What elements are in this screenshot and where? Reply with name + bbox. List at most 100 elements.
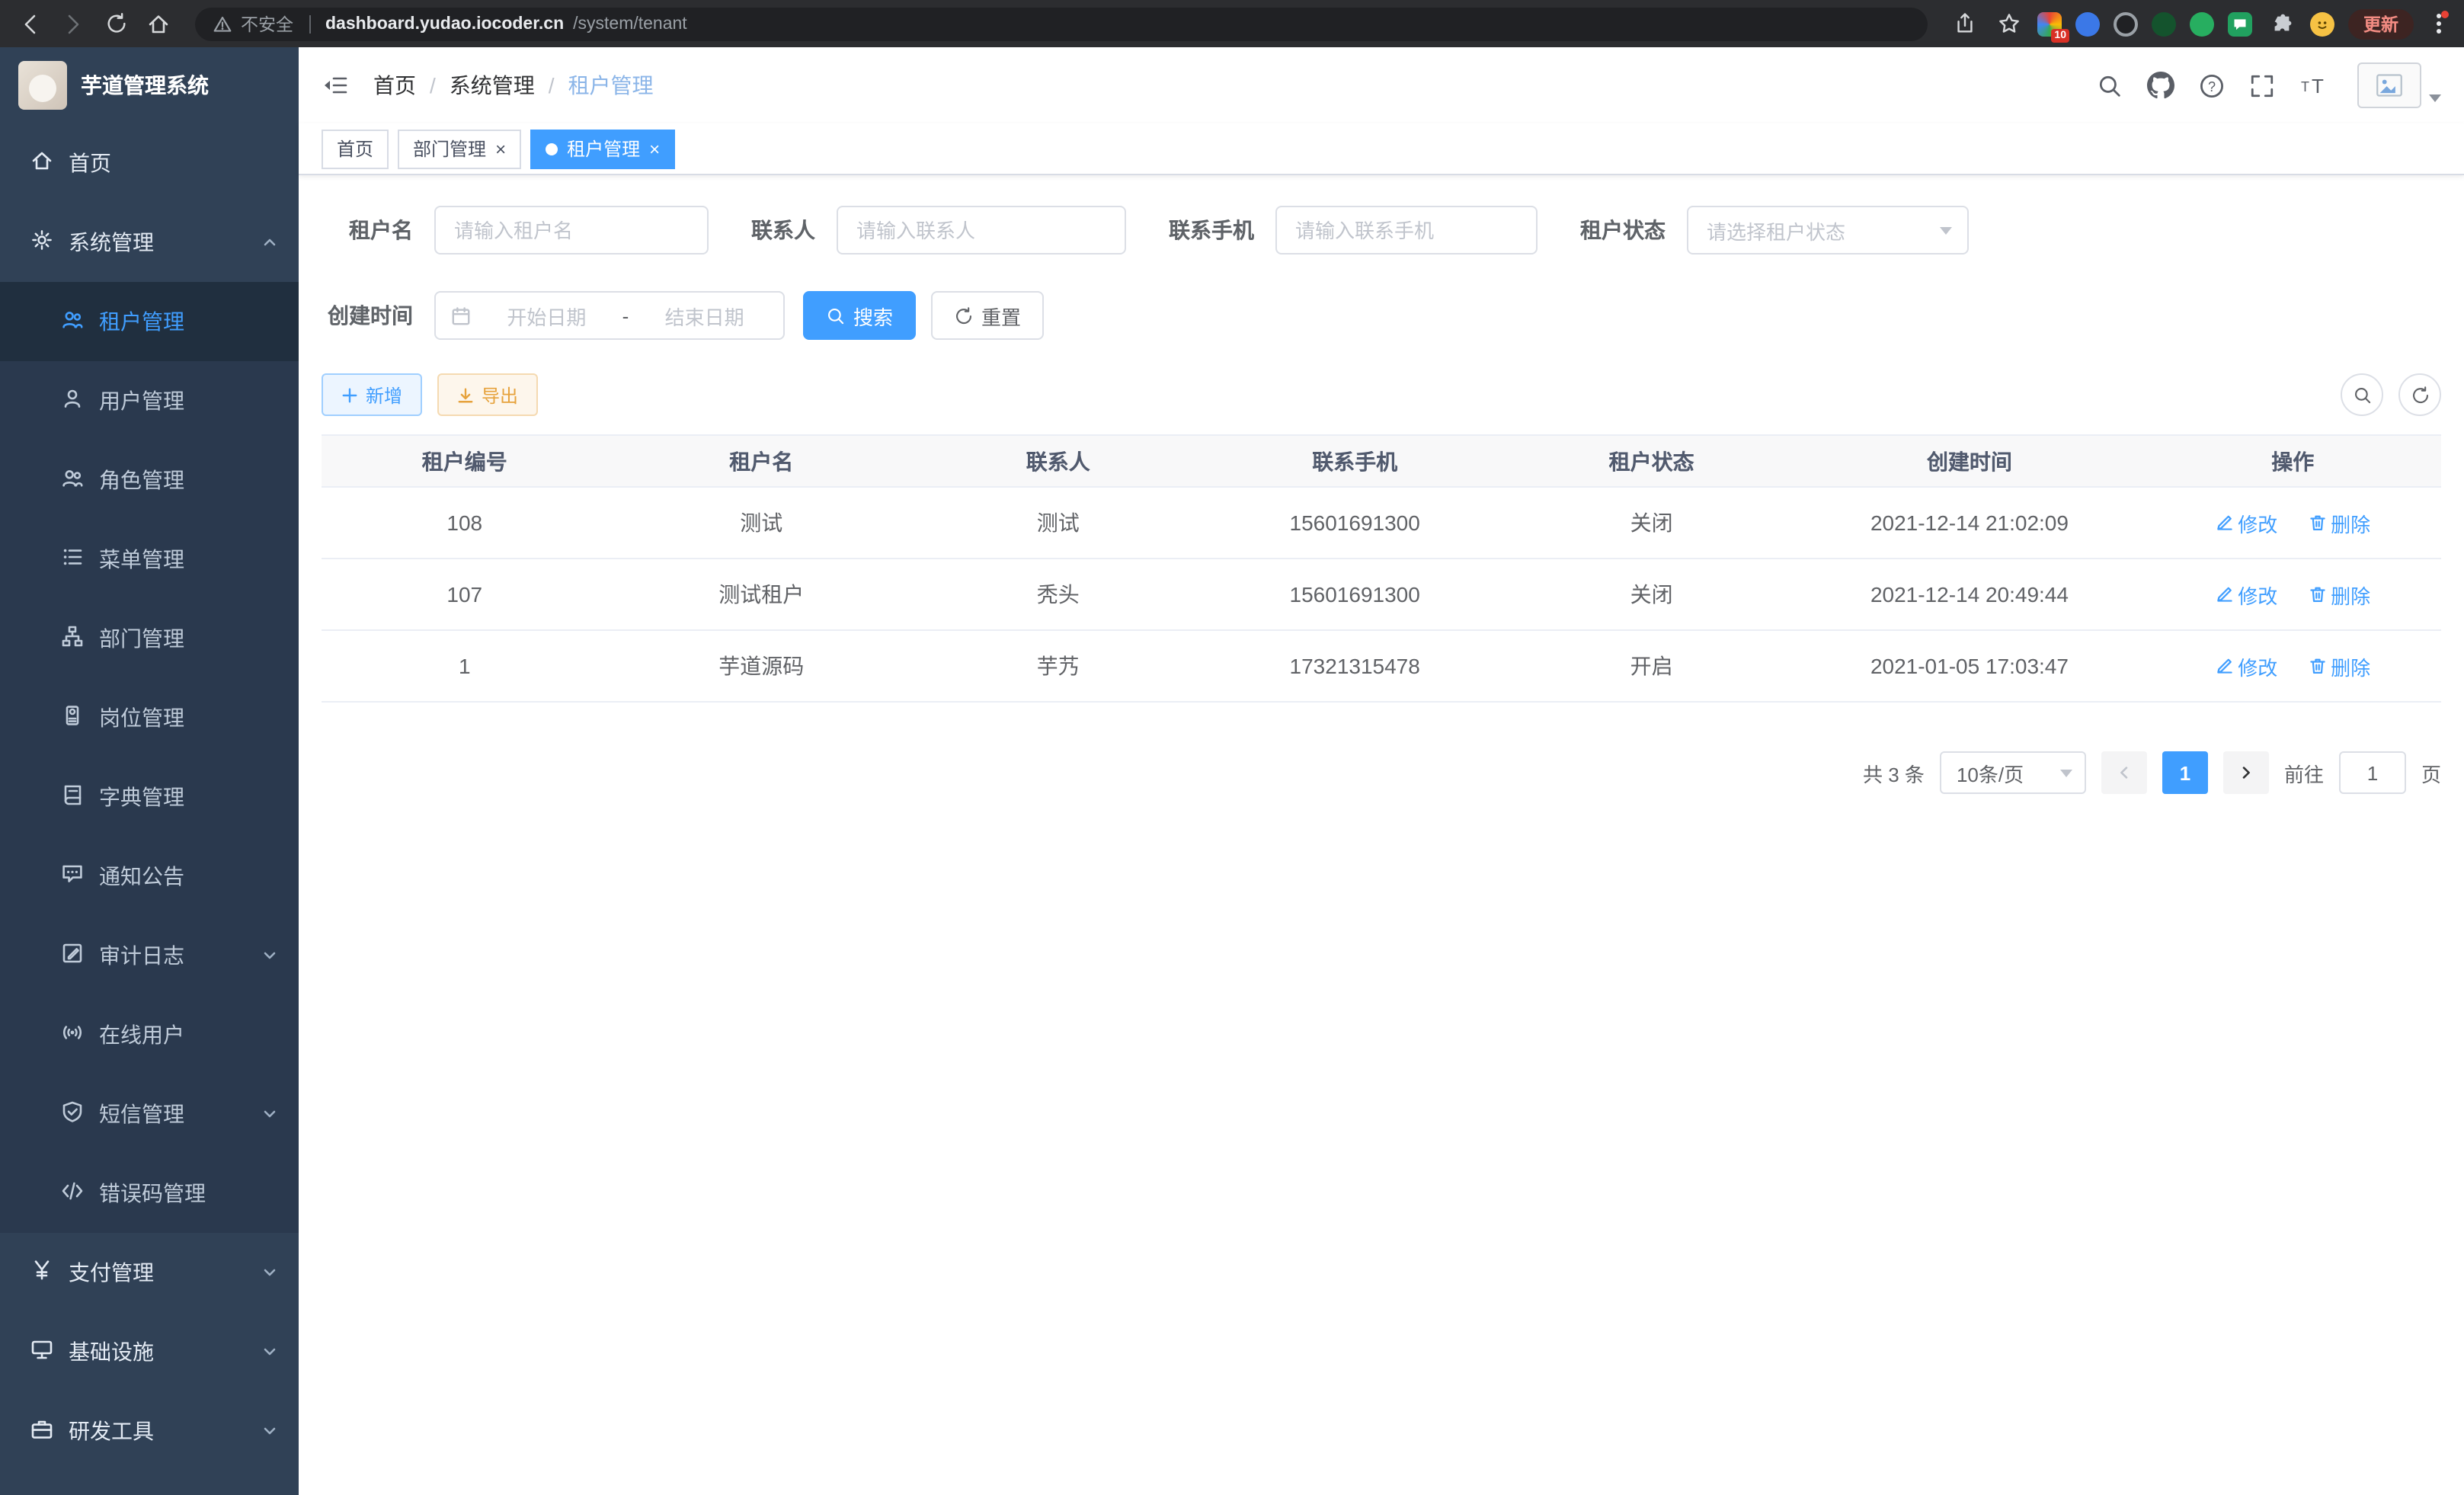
col-contact: 联系人 bbox=[915, 435, 1202, 487]
cell-actions: 修改 删除 bbox=[2144, 487, 2441, 559]
sidebar-collapse-icon[interactable] bbox=[322, 72, 349, 99]
caret-down-icon bbox=[2429, 94, 2441, 102]
sidebar-item-payment[interactable]: 支付管理 bbox=[0, 1233, 299, 1312]
omnibox-divider bbox=[309, 14, 310, 33]
font-size-icon[interactable]: TT bbox=[2299, 73, 2327, 98]
breadcrumb-separator: / bbox=[430, 73, 436, 98]
goto-label: 前往 bbox=[2284, 758, 2324, 787]
col-phone: 联系手机 bbox=[1202, 435, 1509, 487]
refresh-table-icon[interactable] bbox=[2398, 373, 2441, 416]
start-date-placeholder: 开始日期 bbox=[483, 301, 610, 330]
sidebar-item-sms[interactable]: 短信管理 bbox=[0, 1074, 299, 1154]
user-avatar[interactable] bbox=[2357, 62, 2441, 108]
sidebar-item-home[interactable]: 首页 bbox=[0, 123, 299, 203]
edit-link[interactable]: 修改 bbox=[2215, 651, 2277, 680]
page-size-select[interactable]: 10条/页 bbox=[1940, 751, 2086, 794]
tenant-name-input[interactable] bbox=[434, 206, 709, 255]
contact-input[interactable] bbox=[837, 206, 1126, 255]
cell-status: 关闭 bbox=[1509, 559, 1795, 630]
breadcrumb: 首页 / 系统管理 / 租户管理 bbox=[373, 70, 654, 101]
cell-tenant-id: 1 bbox=[322, 630, 608, 702]
address-bar[interactable]: 不安全 dashboard.yudao.iocoder.cn /system/t… bbox=[195, 7, 1928, 40]
prev-page-button[interactable] bbox=[2101, 751, 2147, 794]
delete-link[interactable]: 删除 bbox=[2308, 580, 2370, 609]
cell-created: 2021-12-14 20:49:44 bbox=[1794, 559, 2144, 630]
breadcrumb-system[interactable]: 系统管理 bbox=[450, 70, 535, 101]
export-button[interactable]: 导出 bbox=[437, 373, 538, 416]
home-icon[interactable] bbox=[143, 8, 174, 39]
phone-input[interactable] bbox=[1275, 206, 1538, 255]
extension-chat-icon[interactable] bbox=[2228, 11, 2252, 36]
edit-link[interactable]: 修改 bbox=[2215, 580, 2277, 609]
tab-tenant[interactable]: 租户管理 × bbox=[530, 129, 675, 168]
extension-blue-icon[interactable] bbox=[2075, 11, 2100, 36]
breadcrumb-home[interactable]: 首页 bbox=[373, 70, 416, 101]
cell-contact: 测试 bbox=[915, 487, 1202, 559]
code-icon bbox=[61, 1180, 84, 1207]
sidebar-item-devtools[interactable]: 研发工具 bbox=[0, 1391, 299, 1471]
help-question-icon[interactable]: ? bbox=[2199, 72, 2225, 98]
toggle-search-icon[interactable] bbox=[2341, 373, 2383, 416]
calendar-icon bbox=[451, 306, 471, 325]
tenant-table: 租户编号 租户名 联系人 联系手机 租户状态 创建时间 操作 108 测试 bbox=[322, 434, 2441, 703]
date-range-picker[interactable]: 开始日期 - 结束日期 bbox=[434, 291, 785, 340]
sidebar-item-dept[interactable]: 部门管理 bbox=[0, 599, 299, 678]
update-button[interactable]: 更新 bbox=[2348, 8, 2414, 39]
bookmark-star-icon[interactable] bbox=[1993, 8, 2024, 39]
breadcrumb-current: 租户管理 bbox=[568, 70, 654, 101]
fullscreen-icon[interactable] bbox=[2249, 72, 2275, 98]
extensions-puzzle-icon[interactable] bbox=[2266, 8, 2296, 39]
svg-text:?: ? bbox=[2208, 78, 2216, 94]
security-label[interactable]: 不安全 bbox=[241, 11, 293, 36]
sidebar-item-online-users[interactable]: 在线用户 bbox=[0, 995, 299, 1074]
table-toolbar: 新增 导出 bbox=[322, 373, 2441, 416]
tenant-name-label: 租户名 bbox=[322, 215, 413, 245]
extension-colorful-icon[interactable]: 10 bbox=[2037, 11, 2062, 36]
sidebar-item-tenant[interactable]: 租户管理 bbox=[0, 282, 299, 361]
next-page-button[interactable] bbox=[2223, 751, 2269, 794]
goto-page-input[interactable] bbox=[2339, 751, 2406, 794]
tab-dept[interactable]: 部门管理 × bbox=[398, 129, 521, 168]
extension-green-icon[interactable] bbox=[2190, 11, 2214, 36]
github-icon[interactable] bbox=[2147, 72, 2174, 99]
menu-kebab-icon[interactable] bbox=[2427, 10, 2449, 37]
sidebar-item-user[interactable]: 用户管理 bbox=[0, 361, 299, 440]
current-page[interactable]: 1 bbox=[2162, 751, 2208, 794]
search-button[interactable]: 搜索 bbox=[803, 291, 916, 340]
search-icon[interactable] bbox=[2097, 72, 2123, 98]
filter-phone: 联系手机 bbox=[1169, 206, 1538, 255]
cell-tenant-id: 107 bbox=[322, 559, 608, 630]
logo-avatar-image bbox=[18, 61, 67, 110]
sidebar-item-role[interactable]: 角色管理 bbox=[0, 440, 299, 520]
profile-avatar-icon[interactable] bbox=[2310, 11, 2334, 36]
status-select[interactable]: 请选择租户状态 bbox=[1687, 206, 1969, 255]
close-icon[interactable]: × bbox=[495, 139, 506, 158]
cell-actions: 修改 删除 bbox=[2144, 630, 2441, 702]
delete-link[interactable]: 删除 bbox=[2308, 651, 2370, 680]
sidebar-item-post[interactable]: 岗位管理 bbox=[0, 678, 299, 757]
sidebar-logo[interactable]: 芋道管理系统 bbox=[0, 47, 299, 123]
back-icon[interactable] bbox=[15, 8, 46, 39]
sidebar-item-menu[interactable]: 菜单管理 bbox=[0, 520, 299, 599]
chevron-up-icon bbox=[262, 230, 277, 255]
share-icon[interactable] bbox=[1949, 8, 1979, 39]
reset-button[interactable]: 重置 bbox=[931, 291, 1044, 340]
tab-home[interactable]: 首页 bbox=[322, 129, 389, 168]
sidebar-item-infra[interactable]: 基础设施 bbox=[0, 1312, 299, 1391]
forward-icon[interactable] bbox=[58, 8, 88, 39]
sidebar-item-dict[interactable]: 字典管理 bbox=[0, 757, 299, 837]
sidebar-item-notice[interactable]: 通知公告 bbox=[0, 837, 299, 916]
extension-darkgreen-icon[interactable] bbox=[2152, 11, 2176, 36]
range-separator: - bbox=[622, 304, 629, 327]
sidebar-item-errorcode[interactable]: 错误码管理 bbox=[0, 1154, 299, 1233]
screen: 不安全 dashboard.yudao.iocoder.cn /system/t… bbox=[0, 0, 2464, 1495]
status-placeholder: 请选择租户状态 bbox=[1707, 216, 1845, 245]
sidebar-item-system[interactable]: 系统管理 bbox=[0, 203, 299, 282]
sidebar-item-audit-log[interactable]: 审计日志 bbox=[0, 916, 299, 995]
close-icon[interactable]: × bbox=[649, 139, 660, 158]
edit-link[interactable]: 修改 bbox=[2215, 508, 2277, 537]
extension-globe-icon[interactable] bbox=[2114, 11, 2138, 36]
add-button[interactable]: 新增 bbox=[322, 373, 422, 416]
reload-icon[interactable] bbox=[101, 8, 131, 39]
delete-link[interactable]: 删除 bbox=[2308, 508, 2370, 537]
